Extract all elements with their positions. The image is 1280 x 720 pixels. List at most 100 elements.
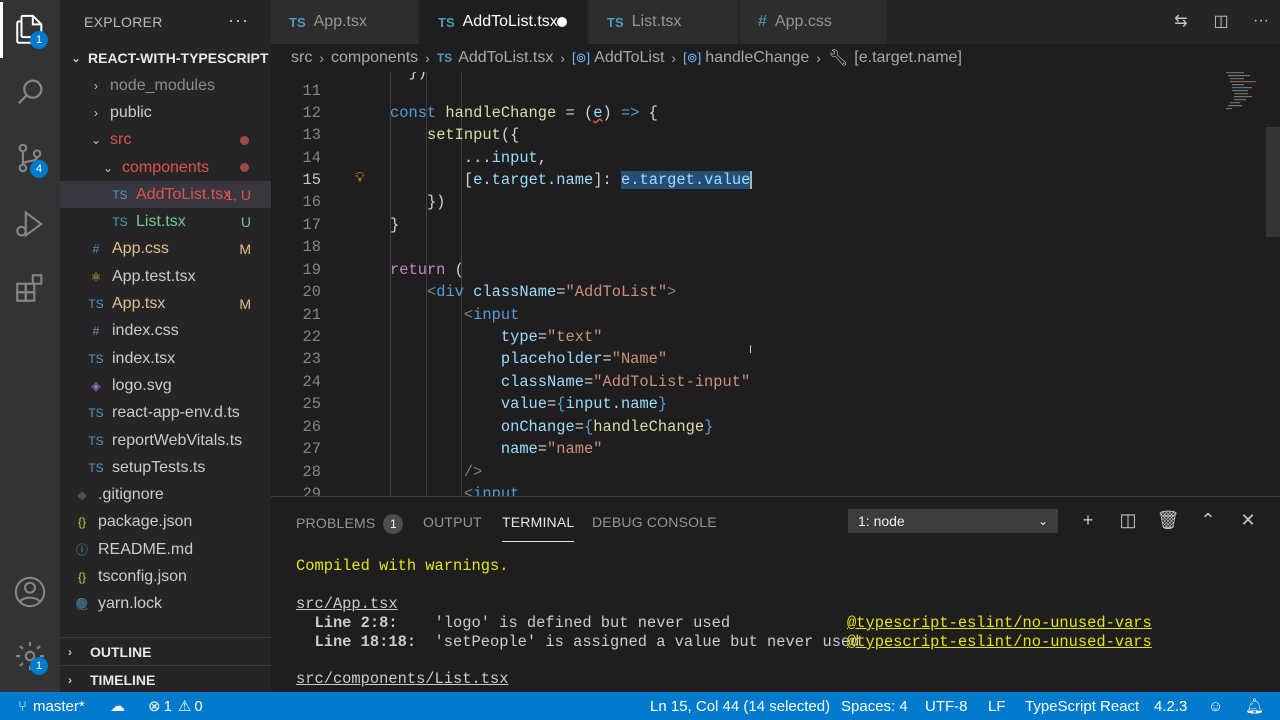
terminal-select[interactable]: 1: node ⌄ [848, 509, 1058, 533]
tree-item-label: index.css [112, 322, 179, 340]
outline-label: OUTLINE [90, 643, 152, 660]
end-of-line[interactable]: LF [988, 692, 1006, 720]
tree-item[interactable]: › public [60, 99, 271, 126]
typescript-icon: TS [607, 14, 624, 30]
tree-item-label: public [110, 103, 152, 121]
typescript-icon: TS [438, 14, 455, 30]
tree-item[interactable]: TS App.tsx M [60, 290, 271, 317]
tab-debug-console[interactable]: DEBUG CONSOLE [592, 514, 717, 530]
tree-item[interactable]: ◆ .gitignore [60, 481, 271, 508]
close-panel-icon[interactable]: ✕ [1239, 509, 1257, 531]
tree-item[interactable]: TS setupTests.ts [60, 454, 271, 481]
more-actions-icon[interactable]: ··· [228, 10, 249, 31]
unsaved-dot-icon[interactable] [557, 17, 567, 27]
problems-indicator[interactable]: ⊗ 1 ⚠︎ 0 [148, 692, 203, 720]
file-type-icon: TS [88, 351, 104, 366]
code-line: 22 type="text" [271, 328, 1280, 350]
line-number: 19 [302, 261, 321, 279]
tree-item[interactable]: TS react-app-env.d.ts [60, 400, 271, 427]
breadcrumb-file[interactable]: AddToList.tsx [458, 49, 553, 67]
breadcrumb-components[interactable]: components [331, 49, 418, 67]
tree-item[interactable]: 🧶︎ yarn.lock [60, 591, 271, 618]
tree-item[interactable]: # App.css M [60, 236, 271, 263]
maximize-panel-icon[interactable]: ⌃ [1199, 509, 1217, 531]
tree-item-label: node_modules [110, 76, 215, 94]
tab-list-tsx[interactable]: TS List.tsx [589, 0, 739, 44]
code-line: 24 className="AddToList-input" [271, 373, 1280, 395]
split-terminal-icon[interactable]: ◫ [1119, 509, 1137, 531]
language-mode[interactable]: TypeScript React [1025, 692, 1139, 720]
breadcrumb-property[interactable]: [e.target.name] [854, 49, 962, 67]
terminal-line: Line 2:8: 'logo' is defined but never us… [296, 614, 730, 632]
editor-actions: ⇆ ◫ ··· [1172, 10, 1270, 32]
warning-location: Line 2:8: [296, 614, 398, 632]
symbol-icon: [⊚] [683, 50, 702, 65]
tree-item[interactable]: ◈ logo.svg [60, 372, 271, 399]
tree-item[interactable]: › node_modules [60, 72, 271, 99]
lightbulb-icon[interactable]: 💡︎ [355, 171, 365, 187]
tab-app-css[interactable]: # App.css [740, 0, 888, 44]
new-terminal-icon[interactable]: + [1079, 509, 1097, 531]
split-editor-icon[interactable]: ◫ [1212, 10, 1230, 32]
file-type-icon: # [92, 324, 100, 339]
chevron-right-icon: › [94, 78, 98, 93]
warning-message: 'setPeople' is assigned a value but neve… [416, 633, 860, 651]
timeline-label: TIMELINE [90, 671, 156, 688]
tree-item[interactable]: ⌄ components [60, 154, 271, 181]
sync-icon[interactable]: ☁︎ [110, 692, 125, 720]
error-count: 1 [163, 697, 172, 715]
search-icon[interactable] [12, 74, 48, 110]
tab-app-tsx[interactable]: TS App.tsx [271, 0, 419, 44]
encoding[interactable]: UTF-8 [925, 692, 968, 720]
compare-changes-icon[interactable]: ⇆ [1172, 10, 1190, 32]
cursor-position[interactable]: Ln 15, Col 44 (14 selected) [650, 692, 830, 720]
code-editor[interactable]: }) 11 12 const handleChange = (e) => { 13… [271, 72, 1280, 496]
branch-indicator[interactable]: ⑂ master* [18, 692, 85, 720]
file-type-icon: TS [112, 215, 128, 230]
breadcrumb-component[interactable]: AddToList [594, 49, 664, 67]
warning-message: 'logo' is defined but never used [397, 614, 731, 632]
tree-item[interactable]: {} package.json [60, 509, 271, 536]
feedback-icon[interactable]: ☺︎ [1208, 692, 1223, 720]
tab-problems[interactable]: PROBLEMS 1 [296, 514, 404, 534]
tree-item[interactable]: {} tsconfig.json [60, 563, 271, 590]
run-debug-icon[interactable] [12, 206, 48, 242]
editor-scrollbar[interactable] [1266, 127, 1280, 237]
file-type-icon: {} [77, 515, 86, 530]
tree-item[interactable]: ⓘ README.md [60, 536, 271, 563]
tree-item[interactable]: TS List.tsx U [60, 208, 271, 235]
timeline-section[interactable]: › TIMELINE [60, 665, 271, 692]
code-line: 14 ...input, [271, 149, 1280, 171]
tree-item[interactable]: ⚛ App.test.tsx [60, 263, 271, 290]
editor-tabs: TS App.tsx TS AddToList.tsx TS List.tsx # Ap… [271, 0, 1280, 44]
tree-item[interactable]: TS AddToList.tsx 1, U [60, 181, 271, 209]
tree-item[interactable]: # index.css [60, 318, 271, 345]
tree-item[interactable]: TS reportWebVitals.ts [60, 427, 271, 454]
more-actions-icon[interactable]: ··· [1252, 10, 1270, 32]
breadcrumb-src[interactable]: src [291, 49, 312, 67]
tree-item-label: reportWebVitals.ts [112, 431, 243, 449]
notifications-bell-icon[interactable]: 🔔︎ [1245, 692, 1264, 720]
code-line: 27 name="name" [271, 440, 1280, 462]
tree-item[interactable]: ⌄ src [60, 127, 271, 154]
line-number: 14 [302, 149, 321, 167]
rule-link[interactable]: @typescript-eslint/no-unused-vars [847, 614, 1152, 632]
wrench-icon: 🔧︎ [827, 50, 849, 67]
breadcrumb-function[interactable]: handleChange [705, 49, 809, 67]
outline-section[interactable]: › OUTLINE [60, 637, 271, 665]
tree-item[interactable]: TS index.tsx [60, 345, 271, 372]
tab-addtolist-tsx[interactable]: TS AddToList.tsx [420, 0, 588, 44]
extensions-icon[interactable] [12, 270, 48, 306]
minimap[interactable] [1224, 72, 1264, 132]
code-line: 26 onChange={handleChange} [271, 418, 1280, 440]
trash-icon[interactable]: 🗑︎ [1157, 509, 1180, 531]
tab-terminal[interactable]: TERMINAL [502, 514, 575, 542]
file-type-icon: ◈ [91, 378, 101, 393]
project-folder-header[interactable]: ⌄ REACT-WITH-TYPESCRIPT [60, 44, 271, 72]
ts-version[interactable]: 4.2.3 [1154, 692, 1187, 720]
tab-output[interactable]: OUTPUT [423, 514, 482, 530]
accounts-icon[interactable] [12, 574, 48, 610]
rule-link[interactable]: @typescript-eslint/no-unused-vars [847, 633, 1152, 651]
code-line: 11 [271, 82, 1280, 104]
indentation[interactable]: Spaces: 4 [841, 692, 908, 720]
